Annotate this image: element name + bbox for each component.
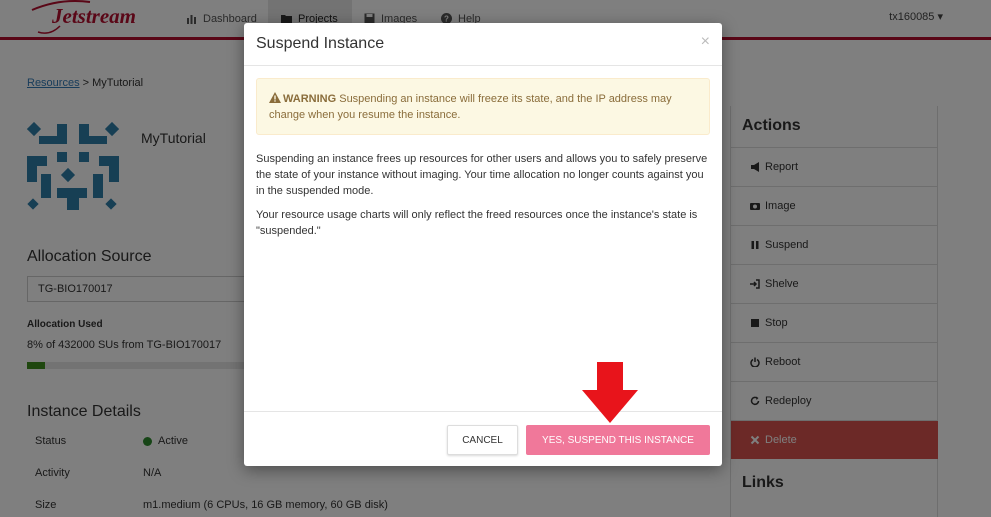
modal-title: Suspend Instance	[256, 35, 385, 52]
warning-triangle-icon	[269, 92, 281, 103]
modal-paragraph-2: Your resource usage charts will only ref…	[256, 209, 698, 237]
suspend-instance-modal: Suspend Instance × WARNING Suspending an…	[244, 23, 722, 466]
warning-label: WARNING	[283, 93, 337, 105]
close-icon[interactable]: ×	[701, 33, 710, 51]
cancel-button[interactable]: CANCEL	[447, 425, 518, 455]
red-arrow-annotation	[582, 362, 638, 423]
warning-alert: WARNING Suspending an instance will free…	[256, 78, 710, 135]
modal-header: Suspend Instance ×	[244, 23, 722, 66]
modal-paragraph-1: Suspending an instance frees up resource…	[256, 153, 708, 197]
confirm-suspend-button[interactable]: YES, SUSPEND THIS INSTANCE	[526, 425, 710, 455]
modal-footer: CANCEL YES, SUSPEND THIS INSTANCE	[244, 411, 722, 466]
